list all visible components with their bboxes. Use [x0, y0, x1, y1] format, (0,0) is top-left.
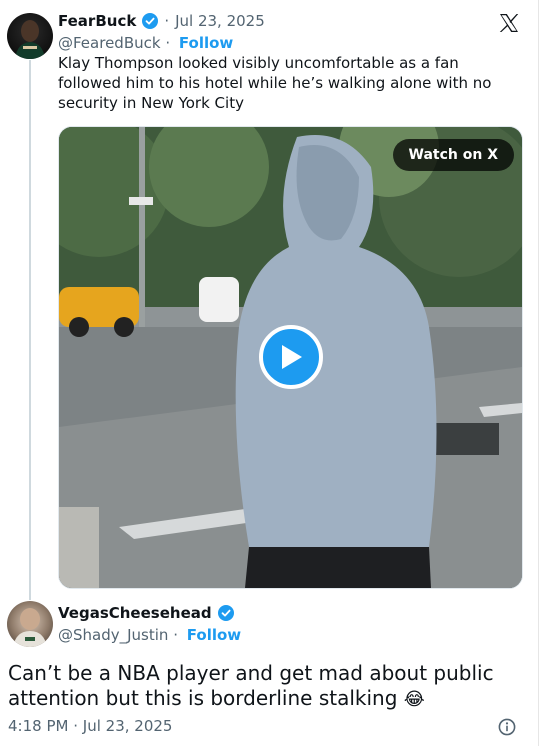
fearbuck-avatar[interactable] — [7, 13, 53, 59]
quoted-handle-row: @FearedBuck · Follow — [58, 34, 233, 52]
verified-badge-icon — [217, 605, 234, 621]
quoted-handle[interactable]: @FearedBuck — [58, 34, 161, 52]
thread-line — [29, 60, 31, 600]
main-handle-row: @Shady_Justin · Follow — [58, 626, 241, 644]
quoted-handle-separator: · — [165, 34, 171, 52]
vegascheesehead-avatar[interactable] — [7, 601, 53, 647]
tweet-time: 4:18 PM — [8, 717, 69, 735]
play-icon — [282, 345, 302, 369]
x-logo-icon[interactable] — [498, 12, 520, 34]
quoted-separator: · — [164, 12, 170, 30]
main-handle-separator: · — [173, 626, 178, 644]
main-display-name[interactable]: VegasCheesehead — [58, 604, 212, 622]
tweet-date: Jul 23, 2025 — [82, 717, 173, 735]
tweet-timestamp[interactable]: 4:18 PM · Jul 23, 2025 — [8, 717, 172, 735]
video-thumbnail[interactable]: Watch on X — [58, 126, 523, 589]
watch-on-x-button[interactable]: Watch on X — [392, 139, 514, 171]
main-handle[interactable]: @Shady_Justin — [58, 626, 168, 644]
quoted-date[interactable]: Jul 23, 2025 — [175, 12, 265, 30]
main-tweet-header: VegasCheesehead — [58, 604, 234, 622]
quoted-tweet-header: FearBuck · Jul 23, 2025 — [58, 12, 265, 30]
verified-badge-icon — [142, 13, 159, 29]
timestamp-separator: · — [73, 717, 79, 735]
main-follow-link[interactable]: Follow — [187, 626, 241, 644]
quoted-display-name[interactable]: FearBuck — [58, 12, 136, 30]
quoted-follow-link[interactable]: Follow — [179, 34, 233, 52]
main-tweet-text: Can’t be a NBA player and get mad about … — [8, 661, 518, 712]
laughing-emoji-icon: 😂 — [403, 689, 425, 710]
tweet-embed-card: FearBuck · Jul 23, 2025 @FearedBuck · Fo… — [0, 0, 539, 746]
play-button[interactable] — [259, 325, 323, 389]
info-icon[interactable] — [498, 718, 516, 736]
quoted-tweet-text: Klay Thompson looked visibly uncomfortab… — [58, 54, 492, 112]
